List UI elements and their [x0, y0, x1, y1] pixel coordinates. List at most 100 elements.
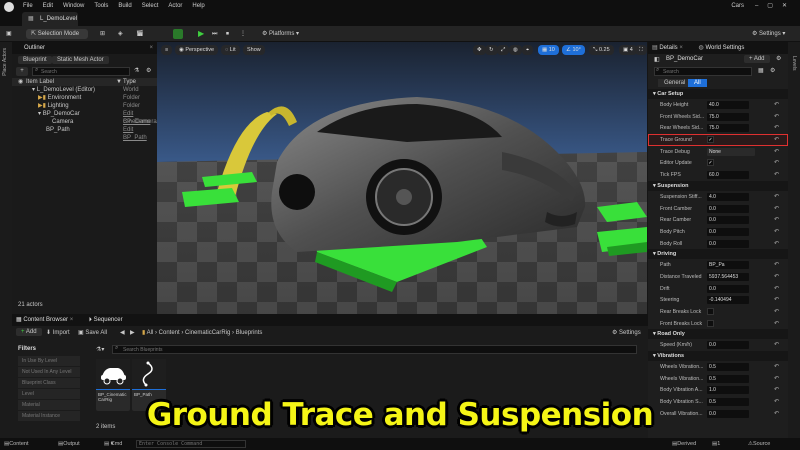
step-icon[interactable]: ⏭ [212, 29, 217, 39]
reset-to-default-icon[interactable]: ↶ [774, 273, 779, 280]
outliner-add-icon[interactable]: + [16, 67, 28, 76]
add-actor-icon[interactable]: ⊞ [100, 29, 105, 39]
filter-all-button[interactable]: All [688, 79, 707, 87]
scale-snap-button[interactable]: ⤡ 0.25 [589, 45, 614, 55]
unsaved-button[interactable]: ▤ 1 Unsaved [712, 438, 720, 450]
reset-to-default-icon[interactable]: ↶ [774, 205, 779, 212]
menu-edit[interactable]: Edit [38, 0, 58, 12]
surface-snap-icon[interactable]: ⌖ [522, 45, 534, 55]
outliner-search-input[interactable] [32, 67, 130, 76]
breadcrumb-item[interactable]: Blueprints [236, 330, 263, 336]
col-type[interactable]: Type [123, 78, 136, 86]
reset-to-default-icon[interactable]: ↶ [774, 171, 779, 178]
outliner-row[interactable]: ▾ L_DemoLevel (Editor) World [12, 86, 157, 94]
reset-to-default-icon[interactable]: ↶ [774, 386, 779, 393]
property-value-field[interactable]: 60.0 [707, 171, 749, 180]
level-tab[interactable]: ▦ L_DemoLevel × [22, 12, 78, 36]
content-settings-button[interactable]: ⚙ Settings [612, 329, 641, 336]
unreal-logo-icon[interactable] [4, 1, 14, 12]
reset-to-default-icon[interactable]: ↶ [774, 159, 779, 166]
blueprint-filter-chip[interactable]: Blueprint [18, 56, 52, 64]
property-checkbox[interactable]: ✓ [707, 159, 714, 167]
blueprint-icon[interactable]: ◈ [118, 29, 123, 39]
source-control-button[interactable]: ⚠ Source Control [748, 438, 770, 450]
property-checkbox[interactable] [707, 308, 714, 315]
filter-item[interactable]: Not Used In Any Level [18, 367, 80, 377]
viewport-menu-icon[interactable]: ≡ [161, 45, 173, 55]
content-drawer-button[interactable]: ▤ Content Drawer [4, 438, 28, 450]
reset-to-default-icon[interactable]: ↶ [774, 101, 779, 108]
reset-to-default-icon[interactable]: ↶ [774, 285, 779, 292]
cmd-button[interactable]: ▤ Cmd ▾ [104, 438, 122, 450]
details-search-input[interactable] [654, 67, 752, 76]
reset-to-default-icon[interactable]: ↶ [774, 296, 779, 303]
outliner-row[interactable]: ▶▮ Lighting Folder [12, 102, 157, 110]
derived-data-button[interactable]: ▤ Derived Data [672, 438, 696, 450]
place-actors-strip[interactable]: Place Actors [0, 42, 12, 438]
level-viewport[interactable] [157, 42, 647, 314]
menu-file[interactable]: File [18, 0, 38, 12]
details-section-header[interactable]: ▾ Suspension [648, 180, 788, 191]
selection-mode-button[interactable]: ⇱ Selection Mode ▾ [26, 29, 88, 47]
reset-to-default-icon[interactable]: ↶ [774, 148, 779, 155]
property-value-field[interactable]: 1.0 [707, 386, 749, 395]
levels-strip[interactable]: Levels [788, 42, 800, 438]
property-value-field[interactable]: 40.0 [707, 101, 749, 109]
property-value-field[interactable]: 75.0 [707, 124, 749, 133]
menu-select[interactable]: Select [137, 0, 164, 12]
details-tab-close-icon[interactable]: × [679, 45, 683, 51]
filter-item[interactable]: Blueprint Class [18, 378, 80, 388]
property-value-field[interactable]: 0.0 [707, 204, 749, 213]
details-tab[interactable]: Details [659, 45, 677, 51]
save-icon[interactable]: ▣ [6, 29, 12, 39]
details-section-header[interactable]: ▾ Driving [648, 249, 788, 260]
outliner-row[interactable]: Camera CineCameraA [12, 118, 161, 126]
reset-to-default-icon[interactable]: ↶ [774, 261, 779, 268]
blueprint-edit-icon[interactable]: ⚙ [776, 55, 781, 62]
world-space-icon[interactable]: ◍ [509, 45, 522, 55]
reset-to-default-icon[interactable]: ↶ [774, 308, 779, 315]
filter-general-button[interactable]: General [658, 79, 692, 87]
property-dropdown[interactable]: None [707, 147, 755, 156]
property-value-field[interactable]: BP_Pa [707, 261, 749, 270]
save-all-button[interactable]: ▣ Save All [78, 329, 107, 336]
reset-to-default-icon[interactable]: ↶ [774, 216, 779, 223]
console-input[interactable] [136, 440, 246, 448]
property-value-field[interactable]: 0.0 [707, 216, 749, 225]
details-section-header[interactable]: ▾ Vibrations [648, 351, 788, 362]
property-value-field[interactable]: 0.5 [707, 374, 749, 383]
output-log-button[interactable]: ▤ Output Log [58, 438, 80, 450]
lit-button[interactable]: ◌ Lit [221, 45, 240, 55]
reset-to-default-icon[interactable]: ↶ [774, 113, 779, 120]
outliner-settings-icon[interactable]: ⚙ [146, 67, 151, 74]
nav-forward-icon[interactable]: ▶ [130, 329, 135, 336]
platforms-button[interactable]: ⚙ Platforms ▾ [262, 29, 299, 39]
property-checkbox[interactable]: ✓ [707, 136, 714, 144]
content-browser-close-icon[interactable]: × [70, 317, 74, 323]
menu-build[interactable]: Build [113, 0, 136, 12]
details-grid-icon[interactable]: ▦ [758, 67, 764, 74]
scale-icon[interactable]: ⤢ [497, 45, 510, 55]
rotation-snap-button[interactable]: ∠ 10° [562, 45, 585, 55]
reset-to-default-icon[interactable]: ↶ [774, 341, 779, 348]
outliner-row[interactable]: ▶▮ Environment Folder [12, 94, 157, 102]
edit-blueprint-link[interactable]: Edit BP_Path [123, 126, 157, 142]
visibility-icon[interactable]: ◉ [18, 78, 23, 86]
world-settings-tab[interactable]: World Settings [705, 45, 744, 51]
menu-help[interactable]: Help [187, 0, 209, 12]
nav-back-icon[interactable]: ◀ [120, 329, 125, 336]
property-value-field[interactable]: 75.0 [707, 112, 749, 121]
outliner-filter-icon[interactable]: ⚗ [134, 67, 139, 74]
property-checkbox[interactable] [707, 319, 714, 327]
property-value-field[interactable]: 0.0 [707, 341, 749, 350]
outliner-row[interactable]: BP_Path Edit BP_Path [12, 126, 157, 141]
grid-snap-button[interactable]: ▦ 10 [538, 45, 559, 55]
menu-tools[interactable]: Tools [89, 0, 113, 12]
sequencer-tab[interactable]: Sequencer [94, 317, 123, 323]
cinematics-icon[interactable]: 🎬︎ [136, 29, 144, 39]
stop-icon[interactable]: ⏹ [226, 29, 229, 39]
breadcrumb-item[interactable]: Content [159, 330, 180, 336]
reset-to-default-icon[interactable]: ↶ [774, 124, 779, 131]
asset-filter-icon[interactable]: ⚗▾ [96, 346, 104, 353]
menu-window[interactable]: Window [58, 0, 89, 12]
